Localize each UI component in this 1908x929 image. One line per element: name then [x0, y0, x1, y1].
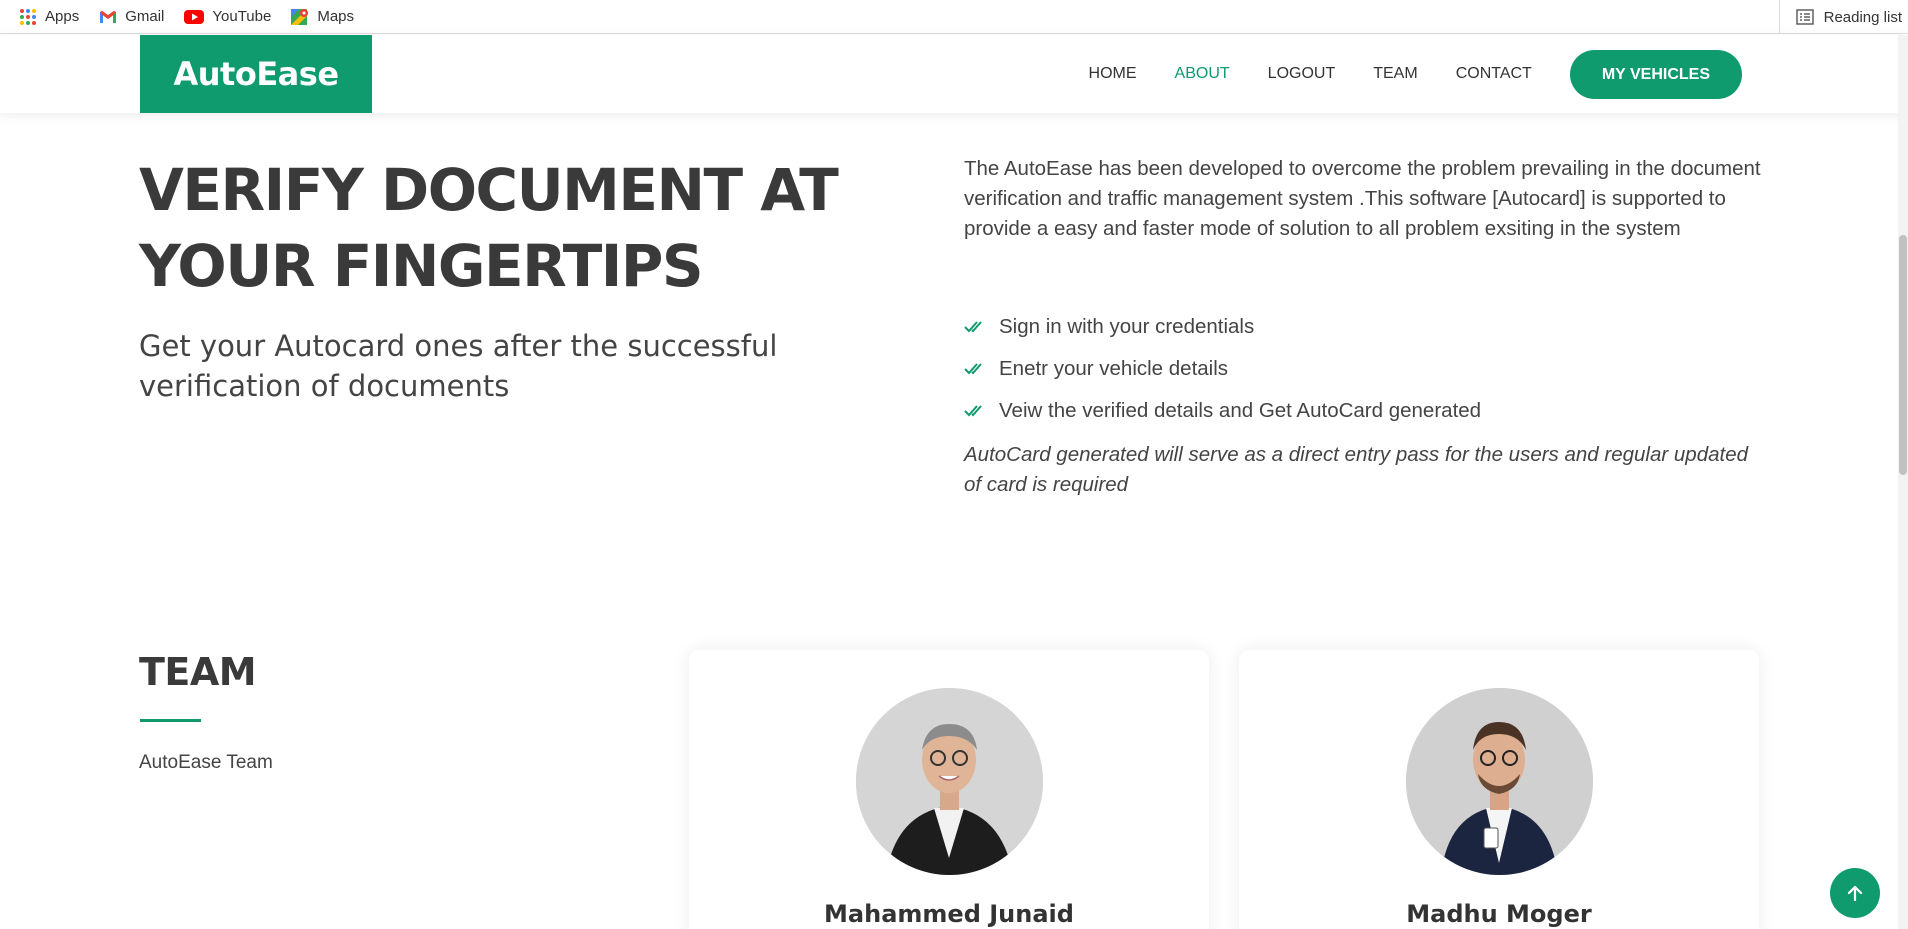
nav-contact[interactable]: CONTACT [1456, 65, 1532, 83]
person-photo-icon [856, 688, 1043, 875]
reading-list-icon [1795, 9, 1814, 25]
team-divider [140, 719, 201, 722]
hero-title: VERIFY DOCUMENT AT YOUR FINGERTIPS [139, 156, 839, 300]
double-check-icon [964, 321, 982, 333]
main-nav: HOME ABOUT LOGOUT TEAM CONTACT MY VEHICL… [1089, 49, 1742, 99]
hero-subtitle: Get your Autocard ones after the success… [139, 329, 778, 403]
page-scrollbar[interactable] [1898, 35, 1908, 929]
team-description: AutoEase Team [139, 752, 273, 773]
bookmark-label: Apps [45, 8, 80, 25]
avatar [856, 688, 1043, 875]
member-name: Mahammed Junaid [824, 900, 1074, 928]
list-item: Veiw the verified details and Get AutoCa… [964, 390, 1764, 432]
feature-list: Sign in with your credentials Enetr your… [964, 306, 1764, 432]
arrow-up-icon [1847, 885, 1863, 902]
site-header: AutoEase HOME ABOUT LOGOUT TEAM CONTACT … [0, 35, 1908, 113]
nav-about[interactable]: ABOUT [1175, 65, 1230, 83]
nav-home[interactable]: HOME [1089, 65, 1137, 83]
team-member-card: Mahammed Junaid [689, 650, 1209, 929]
bookmark-gmail[interactable]: Gmail [99, 8, 164, 26]
nav-logout[interactable]: LOGOUT [1268, 65, 1336, 83]
list-item: Enetr your vehicle details [964, 348, 1764, 390]
feature-text: Veiw the verified details and Get AutoCa… [999, 399, 1482, 422]
person-photo-icon [1406, 688, 1593, 875]
logo[interactable]: AutoEase [140, 35, 372, 113]
list-item: Sign in with your credentials [964, 306, 1764, 348]
gmail-icon [100, 10, 117, 23]
back-to-top-button[interactable] [1830, 868, 1880, 918]
bookmark-label: Gmail [125, 8, 165, 25]
maps-icon [291, 8, 309, 25]
scrollbar-thumb[interactable] [1899, 235, 1907, 475]
member-name: Madhu Moger [1406, 900, 1592, 928]
team-title: TEAM [139, 650, 257, 694]
double-check-icon [964, 363, 982, 375]
reading-list-button[interactable]: Reading list [1778, 0, 1902, 34]
bookmark-apps[interactable]: Apps [19, 8, 79, 26]
bookmark-label: YouTube [212, 8, 272, 25]
bookmark-youtube[interactable]: YouTube [184, 8, 271, 26]
about-text: The AutoEase has been developed to overc… [964, 157, 1761, 240]
about-note: AutoCard generated will serve as a direc… [964, 443, 1748, 496]
feature-text: Sign in with your credentials [999, 315, 1255, 338]
bookmarks-bar: Apps Gmail YouTube Maps Reading list [0, 0, 1908, 34]
feature-text: Enetr your vehicle details [999, 357, 1229, 380]
apps-grid-icon [20, 8, 36, 25]
bookmark-maps[interactable]: Maps [291, 8, 354, 26]
my-vehicles-button[interactable]: MY VEHICLES [1569, 49, 1742, 99]
avatar [1406, 688, 1593, 875]
nav-team[interactable]: TEAM [1373, 65, 1417, 83]
bookmark-label: Maps [317, 8, 355, 25]
double-check-icon [964, 405, 982, 417]
reading-list-label: Reading list [1823, 8, 1902, 26]
team-member-card: Madhu Moger [1239, 650, 1759, 929]
youtube-icon [184, 9, 205, 24]
